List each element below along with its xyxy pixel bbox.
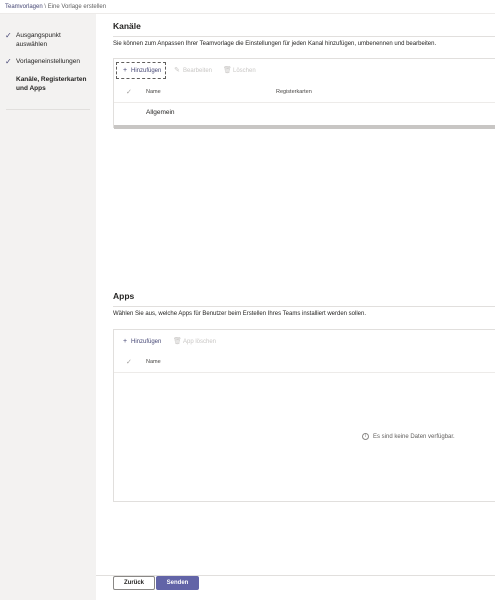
trash-icon: 🗑 (173, 338, 182, 345)
pencil-icon: ✎ (174, 67, 180, 74)
wizard-steps-sidebar: ✓ Ausgangspunkt auswählen ✓ Vorlageneins… (0, 14, 96, 600)
apps-description: Wählen Sie aus, welche Apps für Benutzer… (113, 311, 367, 317)
back-button[interactable]: Zurück (113, 576, 155, 590)
apps-panel: + Hinzufügen 🗑App löschen ✓ Name i Es sind… (113, 329, 495, 502)
select-all-checkmark-icon[interactable]: ✓ (126, 88, 132, 96)
step-ausgangspunkt[interactable]: ✓ Ausgangspunkt auswählen (0, 31, 96, 51)
apps-section-title: Apps (113, 291, 135, 301)
info-icon: i (362, 433, 369, 440)
breadcrumb-separator: \ (44, 4, 47, 10)
step-label: Ausgangspunkt auswählen (16, 32, 61, 48)
channels-divider (113, 36, 495, 37)
select-all-checkmark-icon[interactable]: ✓ (126, 358, 132, 366)
table-header-divider (114, 372, 495, 373)
footer-bar: Zurück Senden (96, 575, 495, 600)
add-label: Hinzufügen (131, 339, 162, 345)
delete-label: Löschen (233, 68, 256, 74)
edit-label: Bearbeiten (183, 68, 213, 74)
channels-section-title: Kanäle (113, 21, 141, 31)
horizontal-scrollbar[interactable] (114, 125, 495, 129)
table-row[interactable]: Allgemein (114, 109, 495, 121)
main-content: Kanäle Sie können zum Anpassen Ihrer Tea… (96, 14, 495, 575)
step-kanaele-registerkarten-apps[interactable]: Kanäle, Registerkarten und Apps (0, 75, 96, 103)
breadcrumb: Teamvorlagen \ Eine Vorlage erstellen (0, 0, 495, 14)
channels-table-header: ✓ Name Registerkarten (114, 88, 495, 102)
row-name-cell: Allgemein (146, 109, 175, 116)
plus-icon: + (122, 338, 128, 345)
empty-state-text: Es sind keine Daten verfügbar. (373, 434, 455, 441)
channels-edit-button[interactable]: ✎ Bearbeiten (169, 63, 219, 78)
channels-delete-button[interactable]: 🗑Löschen (219, 63, 264, 78)
breadcrumb-teamvorlagen-link[interactable]: Teamvorlagen (5, 4, 43, 10)
apps-divider (113, 306, 495, 307)
channels-description: Sie können zum Anpassen Ihrer Teamvorlag… (113, 41, 437, 47)
plus-icon: + (122, 67, 128, 74)
channels-add-button[interactable]: + Hinzufügen (116, 62, 166, 79)
step-label: Vorlageneinstellungen (16, 58, 80, 65)
column-header-tabs[interactable]: Registerkarten (276, 89, 312, 95)
apps-table-header: ✓ Name (114, 358, 495, 372)
column-header-name[interactable]: Name (146, 359, 161, 365)
submit-button[interactable]: Senden (156, 576, 199, 590)
delete-label: App löschen (183, 339, 217, 345)
step-divider (6, 109, 90, 110)
apps-add-button[interactable]: + Hinzufügen (117, 334, 165, 349)
trash-icon: 🗑 (223, 67, 232, 74)
step-label: Kanäle, Registerkarten und Apps (16, 76, 87, 92)
table-header-divider (114, 102, 495, 103)
channels-panel: + Hinzufügen ✎ Bearbeiten 🗑Löschen ✓ Name … (113, 58, 495, 129)
checkmark-icon: ✓ (5, 57, 12, 66)
step-vorlageneinstellungen[interactable]: ✓ Vorlageneinstellungen (0, 57, 96, 67)
breadcrumb-current: Eine Vorlage erstellen (47, 4, 107, 10)
empty-state-message: i Es sind keine Daten verfügbar. (362, 433, 455, 440)
column-header-name[interactable]: Name (146, 89, 161, 95)
apps-delete-button[interactable]: 🗑App löschen (169, 334, 224, 349)
add-label: Hinzufügen (131, 68, 162, 74)
checkmark-icon: ✓ (5, 31, 12, 40)
